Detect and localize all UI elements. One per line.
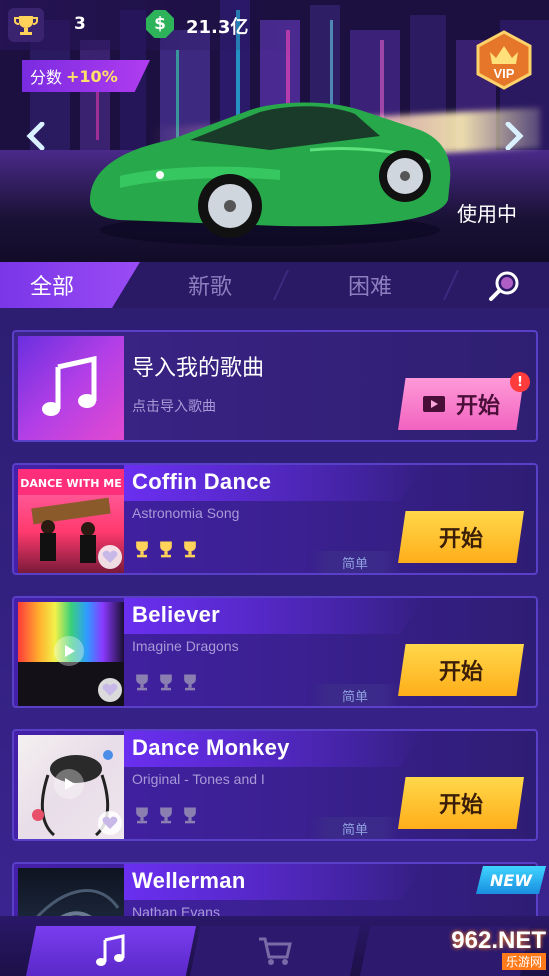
watermark: 962.NET 乐游网 [416, 924, 546, 972]
trophy-icon [160, 541, 172, 558]
trophy-rating [132, 539, 200, 559]
favorite-button[interactable] [98, 545, 122, 569]
import-thumb [18, 336, 124, 440]
trophy-icon [136, 541, 148, 558]
score-label: 分数 [30, 68, 63, 87]
song-title: Wellerman [132, 868, 246, 893]
category-tabs: 全部 新歌 困难 [0, 262, 549, 308]
trophy-icon [184, 541, 196, 558]
play-preview-button[interactable] [54, 636, 84, 666]
heart-icon [102, 816, 118, 829]
trophy-icon [136, 674, 148, 691]
tab-divider [273, 270, 289, 300]
favorite-button[interactable] [98, 678, 122, 702]
video-icon [422, 396, 445, 412]
song-title: Dance Monkey [132, 735, 290, 760]
watermark-top: 962.NET [451, 926, 546, 954]
import-subtitle: 点击导入歌曲 [132, 399, 216, 415]
song-artist: Imagine Dragons [132, 638, 239, 654]
start-button[interactable]: 开始 [398, 644, 524, 696]
car-image [90, 102, 451, 246]
song-list[interactable]: 导入我的歌曲 点击导入歌曲 开始 ! DANCE WITH ME Coffin … [0, 308, 549, 974]
import-start-button[interactable]: 开始 [398, 378, 524, 430]
heart-icon [102, 683, 118, 696]
tab-divider [443, 270, 459, 300]
arrow-left-icon [26, 122, 45, 150]
start-button[interactable]: 开始 [398, 777, 524, 829]
in-use-label: 使用中 [457, 202, 517, 226]
nav-songs-button[interactable] [26, 926, 196, 976]
song-artist: Astronomia Song [132, 505, 240, 521]
trophy-icon [136, 807, 148, 824]
cash-amount: 21.3亿 [186, 17, 249, 38]
car-showcase: 3 $ 21.3亿 分数 +10% VIP 使用中 [0, 0, 549, 262]
song-card-believer[interactable]: Believer Imagine Dragons 简单 开始 [12, 596, 538, 708]
next-car-button[interactable] [498, 120, 530, 152]
play-icon [65, 778, 75, 790]
music-note-icon [96, 934, 125, 966]
trophy-count: 3 [74, 14, 86, 34]
new-badge: NEW [476, 866, 546, 894]
vip-label: VIP [494, 66, 515, 81]
song-card-dance-monkey[interactable]: Dance Monkey Original - Tones and I 简单 开… [12, 729, 538, 841]
import-song-card[interactable]: 导入我的歌曲 点击导入歌曲 开始 ! [12, 330, 538, 442]
prev-car-button[interactable] [20, 120, 52, 152]
vip-crown-icon: VIP [476, 30, 532, 90]
song-title: Coffin Dance [132, 469, 272, 494]
import-title: 导入我的歌曲 [132, 356, 265, 381]
trophy-icon [8, 8, 44, 42]
play-icon [65, 645, 75, 657]
heart-icon [102, 550, 118, 563]
difficulty-tag: 简单 [310, 817, 400, 839]
search-button[interactable] [486, 268, 522, 304]
import-start-label: 开始 [455, 394, 500, 419]
play-preview-button[interactable] [54, 769, 84, 799]
song-title: Believer [132, 602, 221, 627]
favorite-button[interactable] [98, 811, 122, 835]
difficulty-tag: 简单 [310, 684, 400, 706]
alert-badge: ! [510, 372, 530, 392]
song-artist: Original - Tones and I [132, 771, 265, 787]
song-card-coffin-dance[interactable]: DANCE WITH ME Coffin Dance Astronomia So… [12, 463, 538, 575]
vip-button[interactable]: VIP [474, 30, 534, 90]
trophy-icon [184, 807, 196, 824]
difficulty-tag: 简单 [310, 551, 400, 573]
tab-hard[interactable]: 困难 [310, 262, 430, 308]
trophy-icon [160, 807, 172, 824]
tab-new[interactable]: 新歌 [150, 262, 270, 308]
trophy-icon [160, 674, 172, 691]
arrow-right-icon [505, 122, 524, 150]
search-icon [489, 271, 519, 301]
start-button[interactable]: 开始 [398, 511, 524, 563]
trophy-rating [132, 805, 200, 825]
tab-all[interactable]: 全部 [0, 262, 140, 308]
music-note-icon [42, 355, 97, 416]
trophy-icon [184, 674, 196, 691]
cart-icon [259, 937, 292, 965]
thumb-caption: DANCE WITH ME [20, 477, 122, 490]
nav-shop-button[interactable] [190, 926, 360, 976]
trophy-rating [132, 672, 200, 692]
watermark-bottom: 乐游网 [501, 952, 546, 970]
